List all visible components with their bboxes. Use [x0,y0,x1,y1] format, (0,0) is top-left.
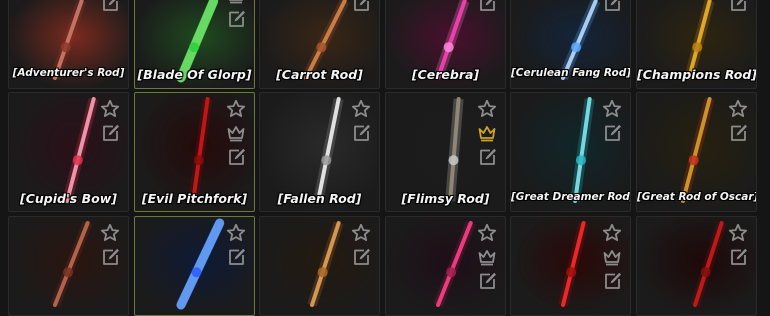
item-name: [Flimsy Rod] [401,191,490,206]
star-icon[interactable] [477,223,497,243]
star-icon[interactable] [226,99,246,119]
pencil-icon[interactable] [477,147,497,167]
item-slot[interactable]: [Cerebra] [385,0,506,89]
star-icon[interactable] [351,99,371,119]
pencil-icon[interactable] [226,9,246,29]
item-slot[interactable] [636,216,757,316]
item-slot[interactable]: [Evil Pitchfork] [134,92,255,212]
item-name: [Great Dreamer Rod] [511,191,631,203]
star-icon[interactable] [100,99,120,119]
pencil-icon[interactable] [728,123,748,143]
pencil-icon[interactable] [602,123,622,143]
item-slot[interactable]: [Great Dreamer Rod] [510,92,631,212]
item-slot[interactable] [510,216,631,316]
item-slot[interactable] [385,216,506,316]
inventory-grid: [Adventurer's Rod] [Blade Of Glorp] [Carro… [0,0,770,316]
item-slot[interactable]: [Cupid's Bow] [8,92,129,212]
crown-icon[interactable] [602,247,622,267]
pencil-icon[interactable] [226,147,246,167]
item-slot[interactable]: [Champions Rod] [636,0,757,89]
pencil-icon[interactable] [477,271,497,291]
item-slot[interactable] [8,216,129,316]
star-icon[interactable] [100,223,120,243]
item-name: [Champions Rod] [637,67,757,82]
item-slot[interactable]: [Adventurer's Rod] [8,0,129,89]
star-icon[interactable] [477,99,497,119]
item-slot[interactable] [259,216,380,316]
item-name: [Cerebra] [411,67,480,82]
star-icon[interactable] [226,223,246,243]
item-name: [Cupid's Bow] [20,191,117,206]
pencil-icon[interactable] [602,0,622,13]
item-name: [Fallen Rod] [277,191,362,206]
item-name: [Adventurer's Rod] [12,67,125,79]
item-name: [Blade Of Glorp] [137,67,252,82]
item-slot[interactable]: [Cerulean Fang Rod] [510,0,631,89]
item-slot[interactable]: [Flimsy Rod] [385,92,506,212]
crown-icon[interactable] [226,123,246,143]
pencil-icon[interactable] [351,247,371,267]
item-slot[interactable]: [Fallen Rod] [259,92,380,212]
item-slot[interactable]: [Carrot Rod] [259,0,380,89]
star-icon[interactable] [728,223,748,243]
item-slot[interactable]: [Great Rod of Oscar] [636,92,757,212]
star-icon[interactable] [602,99,622,119]
pencil-icon[interactable] [226,247,246,267]
pencil-icon[interactable] [728,247,748,267]
star-icon[interactable] [728,99,748,119]
pencil-icon[interactable] [477,0,497,13]
pencil-icon[interactable] [728,0,748,13]
pencil-icon[interactable] [100,0,120,13]
item-slot[interactable]: [Blade Of Glorp] [134,0,255,89]
pencil-icon[interactable] [100,247,120,267]
crown-icon[interactable] [477,123,497,143]
pencil-icon[interactable] [351,123,371,143]
pencil-icon[interactable] [100,123,120,143]
item-name: [Cerulean Fang Rod] [511,67,631,79]
pencil-icon[interactable] [351,0,371,13]
pencil-icon[interactable] [602,271,622,291]
crown-icon[interactable] [477,247,497,267]
item-name: [Carrot Rod] [276,67,363,82]
item-name: [Evil Pitchfork] [141,191,248,206]
star-icon[interactable] [602,223,622,243]
star-icon[interactable] [351,223,371,243]
crown-icon[interactable] [226,0,246,5]
item-slot[interactable] [134,216,255,316]
item-name: [Great Rod of Oscar] [637,191,757,203]
